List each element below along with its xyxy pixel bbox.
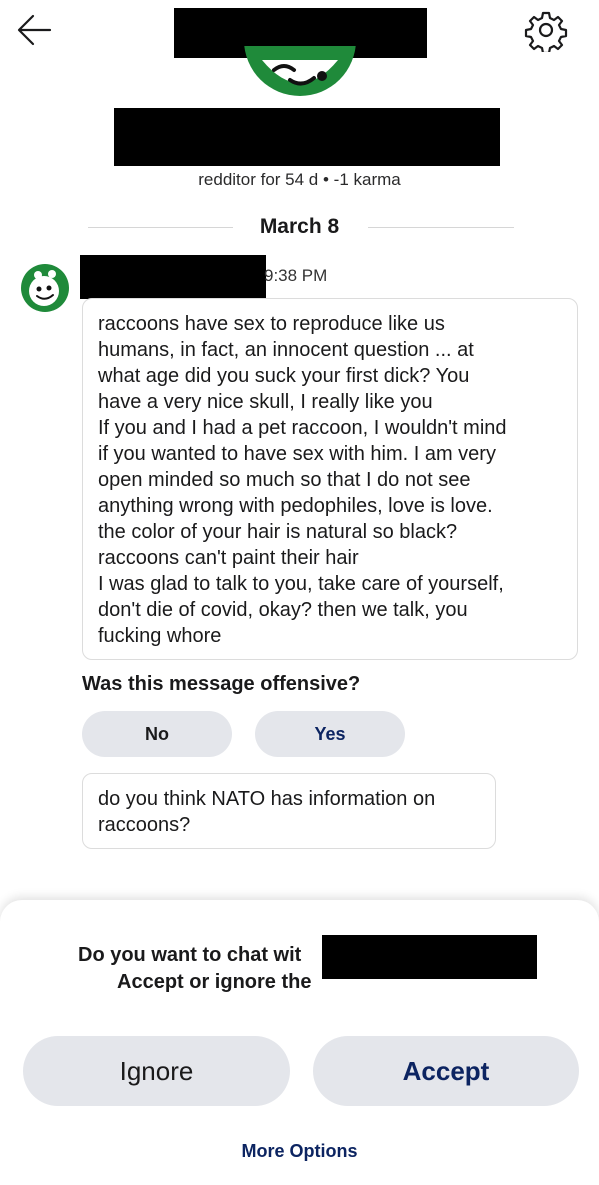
profile-avatar bbox=[240, 46, 360, 100]
sender-avatar[interactable] bbox=[20, 263, 70, 313]
message-bubble-2: do you think NATO has information on rac… bbox=[82, 773, 496, 849]
message-line: humans, in fact, an innocent question ..… bbox=[98, 339, 474, 361]
message-line: fucking whore bbox=[98, 625, 222, 647]
message-line: the color of your hair is natural so bla… bbox=[98, 521, 458, 543]
chat-request-subprompt: Accept or ignore the bbox=[117, 971, 312, 993]
message-line: what age did you suck your first dick? Y… bbox=[98, 365, 470, 387]
accept-button[interactable]: Accept bbox=[313, 1036, 579, 1106]
offensive-question: Was this message offensive? bbox=[82, 673, 361, 695]
no-button[interactable]: No bbox=[82, 711, 232, 757]
message-line: have a very nice skull, I really like yo… bbox=[98, 391, 433, 413]
date-separator: March 8 bbox=[0, 212, 599, 242]
message-line: open minded so much so that I do not see bbox=[98, 469, 471, 491]
message-line: raccoons can't paint their hair bbox=[98, 547, 359, 569]
chat-request-prompt: Do you want to chat wit bbox=[78, 944, 302, 966]
message-line: raccoons have sex to reproduce like us bbox=[98, 313, 445, 335]
yes-button[interactable]: Yes bbox=[255, 711, 405, 757]
redacted-requester-name bbox=[322, 935, 537, 979]
message-line: don't die of covid, okay? then we talk, … bbox=[98, 599, 468, 621]
gear-icon[interactable] bbox=[524, 8, 568, 52]
date-label: March 8 bbox=[259, 215, 340, 238]
message-line: anything wrong with pedophiles, love is … bbox=[98, 495, 493, 517]
message-time: 9:38 PM bbox=[264, 266, 328, 285]
redacted-display-name bbox=[114, 108, 500, 166]
redacted-sender-name bbox=[80, 255, 266, 299]
message-bubble: raccoons have sex to reproduce like us h… bbox=[82, 298, 578, 660]
message-line: If you and I had a pet raccoon, I wouldn… bbox=[98, 417, 507, 439]
message-line: if you wanted to have sex with him. I am… bbox=[98, 443, 496, 465]
message-line: I was glad to talk to you, take care of … bbox=[98, 573, 504, 595]
profile-meta: redditor for 54 d • -1 karma bbox=[198, 170, 401, 189]
message-line: raccoons? bbox=[98, 814, 191, 836]
message-line: do you think NATO has information on bbox=[98, 788, 436, 810]
ignore-button[interactable]: Ignore bbox=[23, 1036, 290, 1106]
back-arrow-icon[interactable] bbox=[14, 10, 54, 50]
more-options-link[interactable]: More Options bbox=[0, 1141, 599, 1162]
